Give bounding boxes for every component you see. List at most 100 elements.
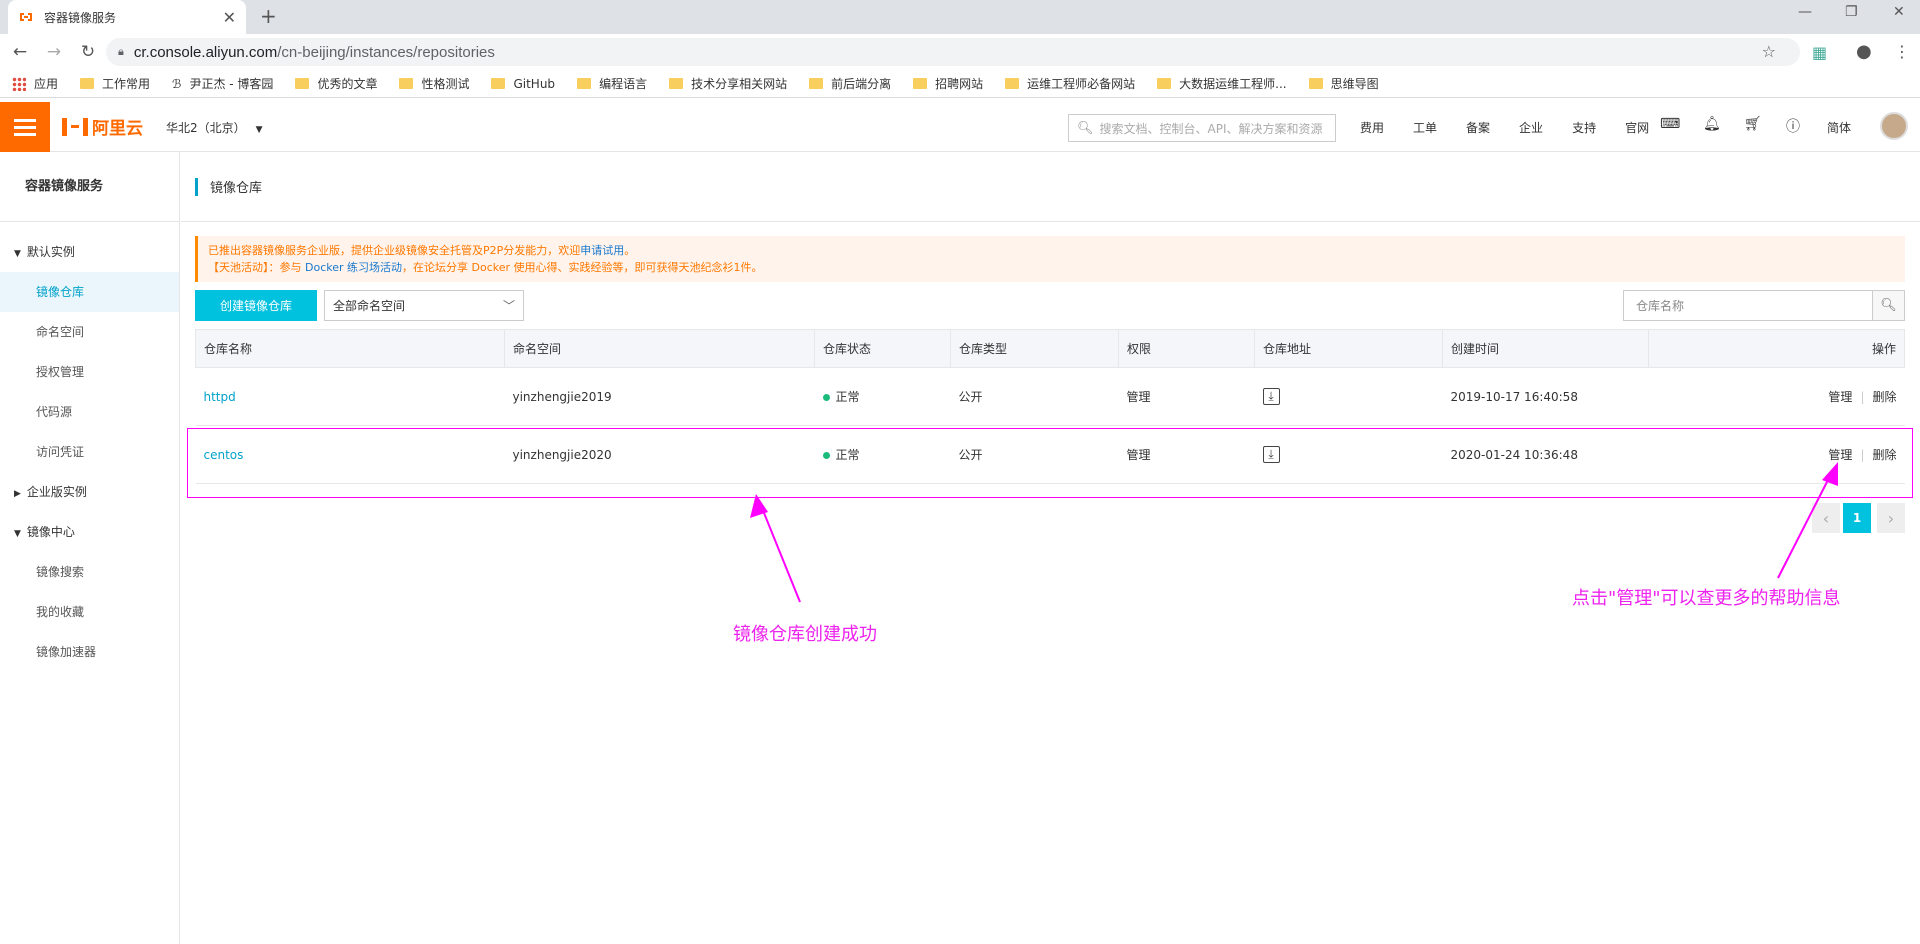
link-support[interactable]: 支持 xyxy=(1572,119,1596,136)
search-icon[interactable]: 🔍︎ xyxy=(1873,290,1905,321)
forward-icon[interactable]: → xyxy=(40,42,68,62)
browser-tabstrip: 容器镜像服务 ✕ + — ❐ ✕ xyxy=(0,0,1920,34)
column-header: 操作 xyxy=(1648,329,1905,368)
annotation-manage-hint: 点击"管理"可以查更多的帮助信息 xyxy=(1572,588,1841,609)
pagination-page[interactable]: 1 xyxy=(1843,503,1871,533)
hamburger-menu-icon[interactable] xyxy=(0,102,50,152)
sidebar-group-enterprise[interactable]: ▶ 企业版实例 xyxy=(0,472,179,512)
browser-tab[interactable]: 容器镜像服务 ✕ xyxy=(8,0,246,34)
folder-icon xyxy=(80,78,95,89)
bookmark-item[interactable]: 大数据运维工程师... xyxy=(1157,75,1287,92)
bookmark-item[interactable]: 优秀的文章 xyxy=(295,75,377,92)
omnibox[interactable]: 🔒︎ cr.console.aliyun.com/cn-beijing/inst… xyxy=(106,38,1800,66)
sidebar: 容器镜像服务 ▼ 默认实例 镜像仓库 命名空间 授权管理 代码源 访问凭证 ▶ 企业… xyxy=(0,152,180,944)
create-repository-button[interactable]: 创建镜像仓库 xyxy=(195,290,317,321)
close-window-icon[interactable]: ✕ xyxy=(1893,4,1905,20)
link-icp[interactable]: 备案 xyxy=(1466,119,1490,136)
repo-address: ⤓ xyxy=(1254,367,1443,426)
sidebar-item-favorites[interactable]: 我的收藏 xyxy=(0,592,179,632)
restore-icon[interactable]: ❐ xyxy=(1845,4,1858,20)
apps-grid-icon xyxy=(12,76,26,91)
bookmark-item[interactable]: 前后端分离 xyxy=(809,75,891,92)
link-enterprise[interactable]: 企业 xyxy=(1519,119,1543,136)
sidebar-title: 容器镜像服务 xyxy=(0,152,179,222)
top-links: 费用 工单 备案 企业 支持 官网 xyxy=(1360,119,1678,136)
console-search-input[interactable]: 🔍︎ 搜索文档、控制台、API、解决方案和资源 xyxy=(1068,114,1336,142)
back-icon[interactable]: ← xyxy=(6,42,34,62)
more-menu-icon[interactable]: ⋮ xyxy=(1894,42,1910,61)
terminal-icon[interactable]: ⌨ xyxy=(1660,116,1680,132)
cart-icon[interactable]: 🛒︎ xyxy=(1744,116,1762,132)
pagination-prev-icon[interactable]: ‹ xyxy=(1812,503,1840,533)
apply-trial-link[interactable]: 申请试用 xyxy=(580,244,624,257)
language-switch[interactable]: 简体 xyxy=(1827,119,1851,136)
repo-permission: 管理 xyxy=(1118,367,1255,426)
repo-type: 公开 xyxy=(950,367,1119,426)
folder-icon xyxy=(809,78,824,89)
avatar[interactable] xyxy=(1880,112,1908,140)
tab-title: 容器镜像服务 xyxy=(44,10,117,25)
pagination-next-icon[interactable]: › xyxy=(1877,503,1905,533)
bookmark-item[interactable]: 招聘网站 xyxy=(913,75,983,92)
delete-link[interactable]: 删除 xyxy=(1872,390,1896,404)
link-ticket[interactable]: 工单 xyxy=(1413,119,1437,136)
bookmark-item[interactable]: 编程语言 xyxy=(577,75,647,92)
folder-icon xyxy=(669,78,684,89)
repo-name-link[interactable]: httpd xyxy=(195,367,505,426)
tab-close-icon[interactable]: ✕ xyxy=(223,8,236,27)
main-content: 镜像仓库 已推出容器镜像服务企业版，提供企业级镜像安全托管及P2P分发能力，欢迎… xyxy=(181,152,1920,944)
bookmark-item[interactable]: 思维导图 xyxy=(1308,75,1379,92)
repo-search-input[interactable]: 仓库名称 xyxy=(1623,290,1873,321)
repo-created: 2019-10-17 16:40:58 xyxy=(1442,367,1649,426)
lock-icon: 🔒︎ xyxy=(118,45,124,58)
help-icon[interactable]: ⓘ xyxy=(1786,116,1800,136)
sidebar-item-accelerator[interactable]: 镜像加速器 xyxy=(0,632,179,672)
sidebar-item-repositories[interactable]: 镜像仓库 xyxy=(0,272,179,312)
folder-icon xyxy=(295,78,310,89)
reload-icon[interactable]: ↻ xyxy=(74,42,102,62)
repo-operations: 管理 | 删除 xyxy=(1648,367,1905,426)
download-icon[interactable]: ⤓ xyxy=(1262,388,1280,405)
link-billing[interactable]: 费用 xyxy=(1360,119,1384,136)
page-header: 镜像仓库 xyxy=(181,152,1920,222)
bookmark-item[interactable]: 工作常用 xyxy=(80,75,150,92)
manage-link[interactable]: 管理 xyxy=(1828,390,1852,404)
profile-icon[interactable]: ● xyxy=(1856,41,1872,62)
bookmarks-bar: 应用 工作常用 ℬ 尹正杰 - 博客园 优秀的文章 性格测试 GitHub 编程语… xyxy=(0,70,1920,98)
aliyun-logo[interactable]: 阿里云 xyxy=(62,114,143,139)
table-row: httpd yinzhengjie2019 正常 公开 管理 ⤓ 2019-10… xyxy=(195,367,1905,426)
address-bar: ← → ↻ 🔒︎ cr.console.aliyun.com/cn-beijin… xyxy=(0,34,1920,70)
bookmark-apps[interactable]: 应用 xyxy=(12,75,58,92)
bookmark-item[interactable]: ℬ 尹正杰 - 博客园 xyxy=(172,75,273,92)
link-official[interactable]: 官网 xyxy=(1625,119,1649,136)
page-title: 镜像仓库 xyxy=(210,181,263,196)
bookmark-item[interactable]: 技术分享相关网站 xyxy=(669,75,787,92)
sidebar-item-image-search[interactable]: 镜像搜索 xyxy=(0,552,179,592)
docker-activity-link[interactable]: Docker 练习场活动 xyxy=(305,261,402,274)
sidebar-item-authorization[interactable]: 授权管理 xyxy=(0,352,179,392)
bookmark-star-icon[interactable]: ☆ xyxy=(1762,42,1776,61)
bookmark-item[interactable]: GitHub xyxy=(491,77,555,91)
sidebar-item-namespaces[interactable]: 命名空间 xyxy=(0,312,179,352)
sidebar-group-center[interactable]: ▼ 镜像中心 xyxy=(0,512,179,552)
minimize-icon[interactable]: — xyxy=(1798,4,1812,20)
new-tab-icon[interactable]: + xyxy=(260,4,277,28)
caret-down-icon: ▼ xyxy=(14,529,21,539)
repo-namespace: yinzhengjie2019 xyxy=(504,367,815,426)
repo-status: 正常 xyxy=(814,367,951,426)
region-selector[interactable]: 华北2（北京） ▼ xyxy=(166,119,263,136)
sidebar-item-code-source[interactable]: 代码源 xyxy=(0,392,179,432)
sidebar-item-credentials[interactable]: 访问凭证 xyxy=(0,432,179,472)
bookmark-item[interactable]: 运维工程师必备网站 xyxy=(1005,75,1135,92)
aliyun-favicon-icon xyxy=(20,13,32,21)
folder-icon xyxy=(1308,78,1323,89)
bookmark-item[interactable]: 性格测试 xyxy=(399,75,469,92)
namespace-select[interactable]: 全部命名空间 ﹀ xyxy=(324,290,524,321)
bell-icon[interactable]: 🔔︎ xyxy=(1703,116,1721,132)
search-icon: 🔍︎ xyxy=(1077,120,1094,136)
column-header: 仓库名称 xyxy=(195,329,505,368)
blog-icon: ℬ xyxy=(172,76,182,91)
extension-icon[interactable]: ▦ xyxy=(1812,43,1827,62)
sidebar-group-default[interactable]: ▼ 默认实例 xyxy=(0,232,179,272)
column-header: 仓库状态 xyxy=(814,329,951,368)
